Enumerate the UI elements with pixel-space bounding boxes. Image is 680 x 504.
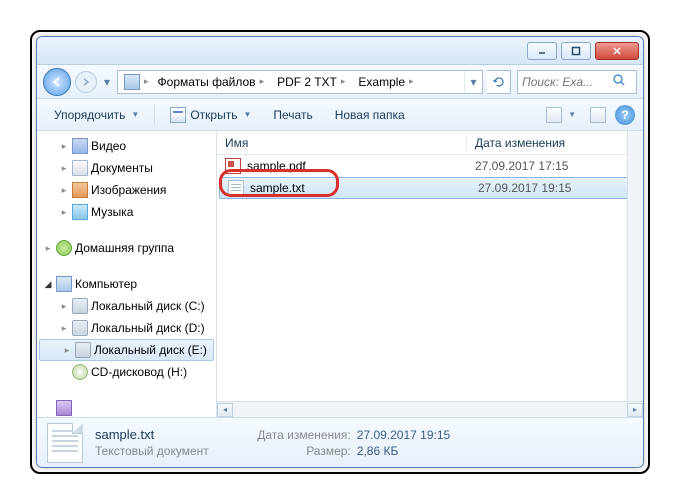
drive-icon [75, 342, 91, 358]
breadcrumb-formats[interactable]: Форматы файлов▸ [152, 71, 272, 93]
txt-icon [228, 180, 244, 196]
help-button[interactable]: ? [615, 105, 635, 125]
drive-icon [72, 298, 88, 314]
music-icon [72, 204, 88, 220]
v-scrollbar[interactable] [627, 131, 643, 401]
breadcrumb-root-icon[interactable]: ▸ [118, 71, 152, 93]
status-filename: sample.txt [95, 427, 209, 442]
status-file-icon [47, 423, 83, 463]
close-button[interactable] [595, 42, 639, 60]
pdf-icon [225, 158, 241, 174]
file-date: 27.09.2017 19:15 [470, 181, 640, 195]
search-input[interactable] [522, 75, 612, 89]
address-dropdown[interactable]: ▾ [464, 71, 482, 93]
organize-button[interactable]: Упорядочить▼ [45, 103, 148, 127]
nav-history-dropdown[interactable]: ▾ [101, 71, 113, 93]
view-icon [546, 107, 562, 123]
file-row[interactable]: sample.pdf 27.09.2017 17:15 [217, 155, 643, 177]
preview-pane-button[interactable] [585, 103, 611, 127]
print-button[interactable]: Печать [264, 103, 321, 127]
status-filetype: Текстовый документ [95, 444, 209, 458]
file-name: sample.txt [250, 181, 305, 195]
status-bar: sample.txt Текстовый документ Дата измен… [37, 417, 643, 467]
search-icon [612, 73, 626, 90]
nav-row: ▾ ▸ Форматы файлов▸ PDF 2 TXT▸ Example▸ … [37, 65, 643, 99]
tree-video[interactable]: ▸Видео [37, 135, 216, 157]
nav-forward-button[interactable] [75, 71, 97, 93]
preview-icon [590, 107, 606, 123]
breadcrumb-pdf2txt[interactable]: PDF 2 TXT▸ [271, 71, 352, 93]
drive-icon [72, 320, 88, 336]
status-size-label: Размер: [241, 444, 351, 458]
documents-icon [72, 160, 88, 176]
homegroup-icon [56, 240, 72, 256]
cd-icon [72, 364, 88, 380]
refresh-button[interactable] [487, 70, 511, 94]
file-row[interactable]: sample.txt 27.09.2017 19:15 [219, 177, 641, 199]
tree-disk-e[interactable]: ▸Локальный диск (E:) [39, 339, 214, 361]
nav-tree: ▸Видео ▸Документы ▸Изображения ▸Музыка ▸… [37, 131, 217, 417]
column-date[interactable]: Дата изменения [467, 136, 643, 150]
tree-documents[interactable]: ▸Документы [37, 157, 216, 179]
file-date: 27.09.2017 17:15 [467, 159, 643, 173]
tree-disk-d[interactable]: ▸Локальный диск (D:) [37, 317, 216, 339]
new-folder-button[interactable]: Новая папка [326, 103, 414, 127]
tree-disk-c[interactable]: ▸Локальный диск (C:) [37, 295, 216, 317]
computer-icon [56, 276, 72, 292]
h-scrollbar[interactable]: ◂▸ [217, 401, 643, 417]
tree-music[interactable]: ▸Музыка [37, 201, 216, 223]
tree-images[interactable]: ▸Изображения [37, 179, 216, 201]
status-date-value: 27.09.2017 19:15 [357, 428, 450, 442]
nav-back-button[interactable] [43, 68, 71, 96]
open-button[interactable]: Открыть▼ [161, 103, 260, 127]
file-name: sample.pdf [247, 159, 306, 173]
minimize-button[interactable] [527, 42, 557, 60]
video-icon [72, 138, 88, 154]
address-bar[interactable]: ▸ Форматы файлов▸ PDF 2 TXT▸ Example▸ ▾ [117, 70, 483, 94]
images-icon [72, 182, 88, 198]
view-mode-button[interactable]: ▼ [541, 103, 581, 127]
tree-more[interactable] [37, 397, 216, 417]
titlebar [37, 37, 643, 65]
open-icon [170, 107, 186, 123]
tree-cd-h[interactable]: CD-дисковод (H:) [37, 361, 216, 383]
search-box[interactable] [517, 70, 637, 94]
column-name[interactable]: Имя [217, 136, 467, 150]
toolbar: Упорядочить▼ Открыть▼ Печать Новая папка… [37, 99, 643, 131]
breadcrumb-example[interactable]: Example▸ [352, 71, 420, 93]
status-size-value: 2,86 КБ [357, 444, 399, 458]
tree-computer[interactable]: ◢Компьютер [37, 273, 216, 295]
status-date-label: Дата изменения: [241, 428, 351, 442]
toolbar-divider [154, 105, 155, 125]
tree-homegroup[interactable]: ▸Домашняя группа [37, 237, 216, 259]
file-list: Имя Дата изменения sample.pdf 27.09.2017… [217, 131, 643, 417]
column-headers: Имя Дата изменения [217, 131, 643, 155]
maximize-button[interactable] [561, 42, 591, 60]
lib-icon [56, 400, 72, 416]
